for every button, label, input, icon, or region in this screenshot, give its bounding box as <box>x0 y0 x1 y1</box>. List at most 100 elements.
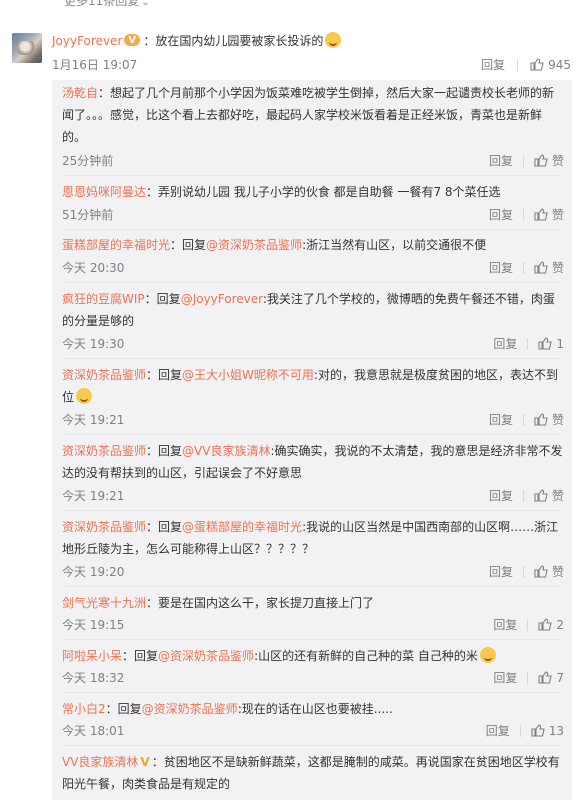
mention-link[interactable]: @VV良家族清林 <box>182 444 270 458</box>
mention-link[interactable]: @王大小姐W昵称不可用 <box>182 368 314 382</box>
like-count[interactable]: 赞 <box>552 565 564 579</box>
like-count[interactable]: 赞 <box>552 154 564 168</box>
reply-actions: 回复 赞 <box>489 206 564 224</box>
reply-time: 25分钟前 <box>62 154 114 168</box>
laughing-emoji-icon <box>479 647 496 663</box>
reply-list: 汤乾自：想起了几个月前那个小学因为饭菜难吃被学生倒掉，然后大家一起谴责校长老师的… <box>52 80 572 800</box>
reply-button[interactable]: 回复 <box>489 413 513 427</box>
colon: ： <box>143 34 156 48</box>
avatar[interactable] <box>12 33 42 63</box>
list-item: 恩恩妈咪阿曼达：弄别说幼儿园 我儿子小学的伙食 都是自助餐 一餐有7 8个菜任选 <box>62 185 501 199</box>
reply-username[interactable]: 资深奶茶品鉴师 <box>62 444 146 458</box>
like-count[interactable]: 7 <box>556 671 564 685</box>
reply-footer: 今天 19:20 回复 赞 <box>62 563 564 581</box>
divider <box>62 745 562 746</box>
list-item: 蛋糕部屋的幸福时光：回复@资深奶茶品鉴师:浙江当然有山区，以前交通很不便 <box>62 238 487 252</box>
reply-button[interactable]: 回复 <box>493 671 517 685</box>
thumb-up-icon[interactable] <box>538 337 553 350</box>
mention-link[interactable]: @资深奶茶品鉴师 <box>142 702 238 716</box>
more-replies-link[interactable]: 更多11条回复 ⌄ <box>64 0 150 9</box>
thumb-up-icon[interactable] <box>534 489 548 502</box>
reply-prefix: 回复 <box>158 368 183 382</box>
like-count[interactable]: 2 <box>556 618 564 632</box>
mention-link[interactable]: @资深奶茶品鉴师 <box>158 649 254 663</box>
reply-username[interactable]: 阿啦呆小呆 <box>62 649 122 663</box>
reply-time: 今天 18:32 <box>62 671 125 685</box>
reply-username[interactable]: 资深奶茶品鉴师 <box>62 368 146 382</box>
thumb-up-icon[interactable] <box>530 58 544 71</box>
reply-actions: 回复 赞 <box>489 259 564 277</box>
divider <box>62 586 562 587</box>
reply-time: 51分钟前 <box>62 208 114 222</box>
divider <box>522 414 524 426</box>
like-count[interactable]: 1 <box>556 337 564 351</box>
reply-button[interactable]: 回复 <box>493 337 517 351</box>
reply-prefix: 回复 <box>182 238 207 252</box>
reply-button[interactable]: 回复 <box>489 208 513 222</box>
list-item: 常小白2：回复@资深奶茶品鉴师:现在的话在山区也要被挂..... <box>62 702 393 716</box>
reply-username[interactable]: 疯狂的豆腐WIP <box>62 292 145 306</box>
reply-time: 今天 18:01 <box>62 724 125 738</box>
reply-footer: 今天 19:30 回复 1 <box>62 335 564 353</box>
list-item: VV良家族清林 V ：贫困地区不是缺新鲜蔬菜，这都是腌制的咸菜。再说国家在贫困地区学… <box>62 751 564 795</box>
divider <box>62 358 562 359</box>
divider <box>522 490 524 502</box>
reply-footer: 今天 19:15 回复 2 <box>62 616 564 634</box>
reply-button[interactable]: 回复 <box>493 618 517 632</box>
reply-footer: 今天 18:32 回复 7 <box>62 669 564 687</box>
reply-username[interactable]: 汤乾自 <box>62 86 98 100</box>
thumb-up-icon[interactable] <box>534 154 548 167</box>
reply-time: 今天 19:21 <box>62 413 125 427</box>
like-count[interactable]: 赞 <box>552 261 564 275</box>
main-comment: JoyyForever ：放在国内幼儿园要被家长投诉的 <box>52 32 571 50</box>
thumb-up-icon[interactable] <box>534 208 548 221</box>
vip-crown-icon <box>124 32 141 50</box>
reply-button[interactable]: 回复 <box>489 154 513 168</box>
thumb-up-icon[interactable] <box>531 724 545 737</box>
thumb-up-icon[interactable] <box>538 671 553 684</box>
list-item: 汤乾自：想起了几个月前那个小学因为饭菜难吃被学生倒掉，然后大家一起谴责校长老师的… <box>62 86 555 144</box>
main-comment-time: 1月16日 19:07 <box>52 58 138 72</box>
reply-button[interactable]: 回复 <box>489 565 513 579</box>
thumb-up-icon[interactable] <box>534 261 548 274</box>
divider <box>517 59 519 71</box>
main-comment-username[interactable]: JoyyForever <box>52 34 122 48</box>
like-count[interactable]: 赞 <box>552 208 564 222</box>
reply-username[interactable]: 常小白2 <box>62 702 106 716</box>
mention-link[interactable]: @资深奶茶品鉴师 <box>206 238 302 252</box>
list-item: 资深奶茶品鉴师：回复@VV良家族清林:确实确实，我说的不太清楚，我的意思是经济非… <box>62 444 563 480</box>
reply-actions: 回复 赞 <box>489 563 564 581</box>
reply-actions: 回复 1 <box>493 335 564 353</box>
reply-username[interactable]: 资深奶茶品鉴师 <box>62 520 146 534</box>
mention-link[interactable]: @JoyyForever <box>181 292 263 306</box>
like-count[interactable]: 赞 <box>552 489 564 503</box>
thumb-up-icon[interactable] <box>534 565 548 578</box>
reply-footer: 今天 18:01 回复 13 <box>62 722 564 740</box>
reply-button[interactable]: 回复 <box>486 724 510 738</box>
reply-actions: 回复 赞 <box>489 411 564 429</box>
divider <box>522 155 524 167</box>
reply-time: 今天 19:20 <box>62 565 125 579</box>
reply-button[interactable]: 回复 <box>489 489 513 503</box>
thumb-up-icon[interactable] <box>538 618 553 631</box>
divider <box>519 725 521 737</box>
reply-username[interactable]: 剑气光寒十九洲 <box>62 596 146 610</box>
reply-username[interactable]: VV良家族清林 <box>62 755 138 769</box>
reply-username[interactable]: 蛋糕部屋的幸福时光 <box>62 238 170 252</box>
reply-prefix: 回复 <box>134 649 159 663</box>
verified-v-icon: V <box>140 755 150 769</box>
like-count[interactable]: 赞 <box>552 413 564 427</box>
reply-text: 现在的话在山区也要被挂..... <box>241 702 393 716</box>
reply-text: 想起了几个月前那个小学因为饭菜难吃被学生倒掉，然后大家一起谴责校长老师的新闻了。… <box>62 86 555 144</box>
like-count[interactable]: 945 <box>548 58 571 72</box>
mention-link[interactable]: @蛋糕部屋的幸福时光 <box>182 520 302 534</box>
reply-button[interactable]: 回复 <box>481 58 505 72</box>
reply-button[interactable]: 回复 <box>489 261 513 275</box>
reply-footer: 今天 19:21 回复 赞 <box>62 487 564 505</box>
reply-username[interactable]: 恩恩妈咪阿曼达 <box>62 185 146 199</box>
list-item: 阿啦呆小呆：回复@资深奶茶品鉴师:山区的还有新鲜的自己种的菜 自己种的米 <box>62 645 564 667</box>
main-comment-actions: 回复 945 <box>481 56 571 73</box>
like-count[interactable]: 13 <box>549 724 564 738</box>
divider <box>62 282 562 283</box>
thumb-up-icon[interactable] <box>534 413 548 426</box>
